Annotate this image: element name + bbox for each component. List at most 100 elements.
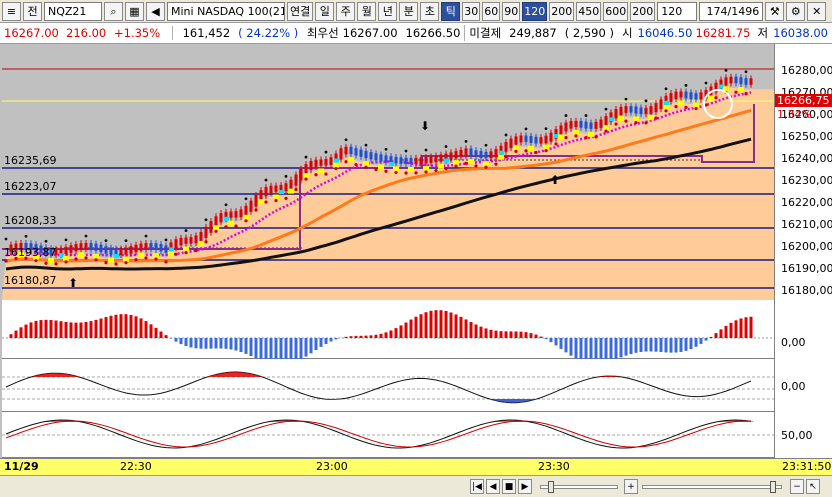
time-label-2230: 22:30 [120,460,152,473]
tab-connected[interactable]: 연결 [287,1,314,21]
tab-day[interactable]: 일 [315,1,335,21]
high-price: 16281.75 [695,26,751,40]
candle-body [319,159,323,166]
zoom-slider-thumb[interactable] [548,481,554,493]
scroll-start-button[interactable]: |◀ [470,479,484,494]
trail-dot [514,149,518,153]
period-200b[interactable]: 200 [630,1,656,21]
histogram-bar [384,332,388,338]
tools-button[interactable]: ⚒ [765,1,785,21]
histogram-bar [254,338,258,359]
period-90[interactable]: 90 [502,1,521,21]
candle-body [509,138,513,148]
histogram-bar [249,338,253,357]
close-icon: ✕ [812,4,822,18]
overbought-fill [63,374,69,377]
price-tick-label: 16230,00 [781,174,832,187]
overbought-fill [243,372,249,377]
scroll-slider-thumb[interactable] [770,481,776,493]
scroll-right-button[interactable]: ▶ [518,479,532,494]
stochastic-panel[interactable] [2,412,774,458]
histogram-bar [224,338,228,349]
histogram-bar [149,324,153,338]
candle-body [559,125,563,136]
candle-body [99,244,103,253]
cursor-button[interactable]: ↖ [806,479,820,494]
stop-button[interactable]: ■ [502,479,516,494]
top-dot [444,145,448,148]
histogram-bar [114,314,118,338]
tab-second[interactable]: 초 [420,1,440,21]
trail-dot [594,135,598,139]
settings-button[interactable]: ⚙ [786,1,806,21]
period-600[interactable]: 600 [603,1,629,21]
accent-marker [114,253,119,258]
counter-field: 174/1496 [699,1,764,21]
price-chart[interactable]: ⬆ ⬇ ⬆ [2,44,774,300]
top-dot [684,83,688,87]
oscillator-panel[interactable] [2,359,774,412]
code-search-button[interactable]: 전 [23,1,42,21]
trail-dot [104,261,108,265]
period-200[interactable]: 200 [549,1,575,21]
signal-marker [393,166,399,172]
zoom-out-button[interactable]: − [790,479,804,494]
scroll-left-button[interactable]: ◀ [486,479,500,494]
close-button[interactable]: ✕ [807,1,827,21]
overbought-fill [248,373,254,377]
histogram-bar [654,338,658,352]
scroll-slider[interactable] [642,485,782,489]
search-button[interactable]: ⌕ [104,1,123,21]
tab-year[interactable]: 년 [378,1,398,21]
candle-body [414,157,418,164]
histogram-bar [604,338,608,363]
histogram-bar [569,338,573,356]
period-30[interactable]: 30 [462,1,481,21]
candle-body [234,211,238,218]
histogram-bar [634,338,638,353]
counter-value: 174 [706,4,728,18]
top-dot [584,114,588,117]
signal-marker [273,194,279,200]
histogram-bar [169,338,173,339]
tab-minute[interactable]: 분 [399,1,419,21]
period-120[interactable]: 120 [522,1,548,21]
histogram-bar [14,330,18,338]
period-450[interactable]: 450 [576,1,602,21]
trail-dot [284,196,288,200]
volume-ratio: ( 24.22% ) [238,26,299,40]
trail-dot [714,96,718,100]
signal-marker [258,199,264,205]
candle-body [189,237,193,244]
down-arrow-icon: ⬇ [420,119,430,133]
chart-area[interactable]: ⬆ ⬇ ⬆ 16235,69 16223,07 16208,33 16193,87 16… [0,44,832,458]
symbol-input[interactable]: NQZ21 [44,1,102,21]
price-tick-label: 16180,00 [781,284,832,297]
histogram-bar [599,338,603,364]
candle-body [524,135,528,142]
current-time-label: 23:31:50 [782,460,832,473]
trail-dot [614,122,618,126]
trail-dot [304,177,308,181]
signal-marker [468,159,474,165]
histogram-bar [479,326,483,338]
tab-week[interactable]: 주 [336,1,356,21]
tab-tick[interactable]: 틱 [441,1,461,21]
histogram-bar [309,338,313,354]
trail-dot [294,187,298,192]
candle-body [179,237,183,246]
trail-dot [734,90,738,94]
zoom-in-button[interactable]: + [624,479,638,494]
histogram-bar [494,330,498,338]
macd-panel[interactable] [2,300,774,366]
drawing-tool-button[interactable]: ▦ [125,1,144,21]
candle-body [354,148,358,156]
price-panel[interactable]: ⬆ ⬇ ⬆ 16235,69 16223,07 16208,33 16193,87 16… [2,44,774,300]
sound-button[interactable]: ◀ [146,1,165,21]
menu-button[interactable]: ≡ [2,1,21,21]
period-60[interactable]: 60 [482,1,501,21]
histogram-bar [179,338,183,345]
histogram-bar [69,322,73,338]
interval-select[interactable]: 120 [657,1,698,21]
tab-month[interactable]: 월 [357,1,377,21]
